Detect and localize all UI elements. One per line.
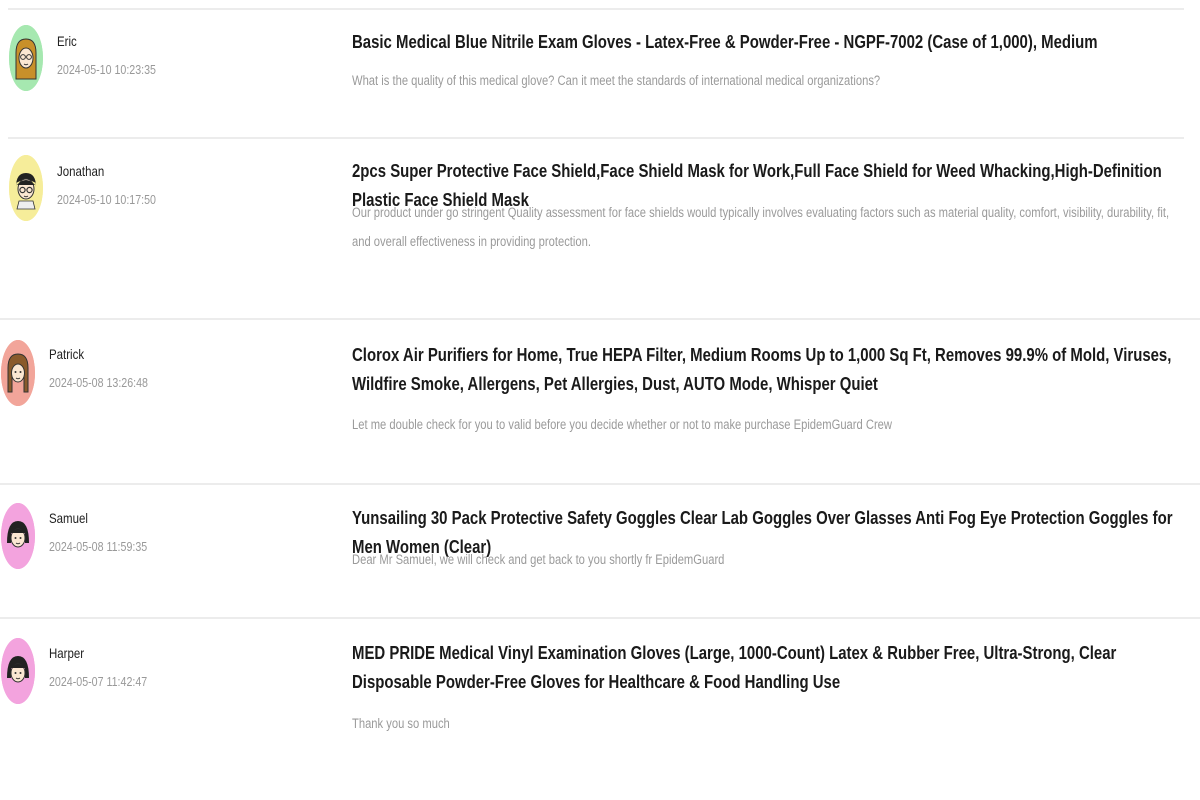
timestamp: 2024-05-07 11:42:47: [49, 674, 148, 689]
user-name: Harper: [49, 645, 85, 661]
user-name: Jonathan: [57, 163, 105, 179]
timestamp: 2024-05-08 13:26:48: [49, 375, 148, 390]
product-title[interactable]: MED PRIDE Medical Vinyl Examination Glov…: [352, 639, 1174, 697]
avatar-glasses-icon: [9, 155, 43, 221]
avatar-bob-hair-icon: [1, 503, 35, 569]
divider: [8, 137, 1184, 139]
divider: [8, 8, 1184, 10]
user-name: Eric: [57, 33, 77, 49]
message-text: Dear Mr Samuel, we will check and get ba…: [352, 552, 725, 567]
timestamp: 2024-05-10 10:17:50: [57, 192, 156, 207]
user-name: Samuel: [49, 510, 88, 526]
avatar-long-hair-glasses-icon: [9, 25, 43, 91]
divider: [0, 318, 1200, 320]
message-text: Thank you so much: [352, 716, 450, 731]
timestamp: 2024-05-10 10:23:35: [57, 62, 156, 77]
divider: [0, 617, 1200, 619]
product-title[interactable]: Clorox Air Purifiers for Home, True HEPA…: [352, 341, 1174, 399]
message-text: What is the quality of this medical glov…: [352, 73, 881, 88]
divider: [0, 483, 1200, 485]
message-text: Our product under go stringent Quality a…: [352, 205, 1170, 249]
timestamp: 2024-05-08 11:59:35: [49, 539, 148, 554]
user-name: Patrick: [49, 346, 85, 362]
product-title[interactable]: Basic Medical Blue Nitrile Exam Gloves -…: [352, 28, 1174, 57]
message-text: Let me double check for you to valid bef…: [352, 417, 893, 432]
avatar-bob-hair-icon: [1, 638, 35, 704]
avatar-braids-icon: [1, 340, 35, 406]
